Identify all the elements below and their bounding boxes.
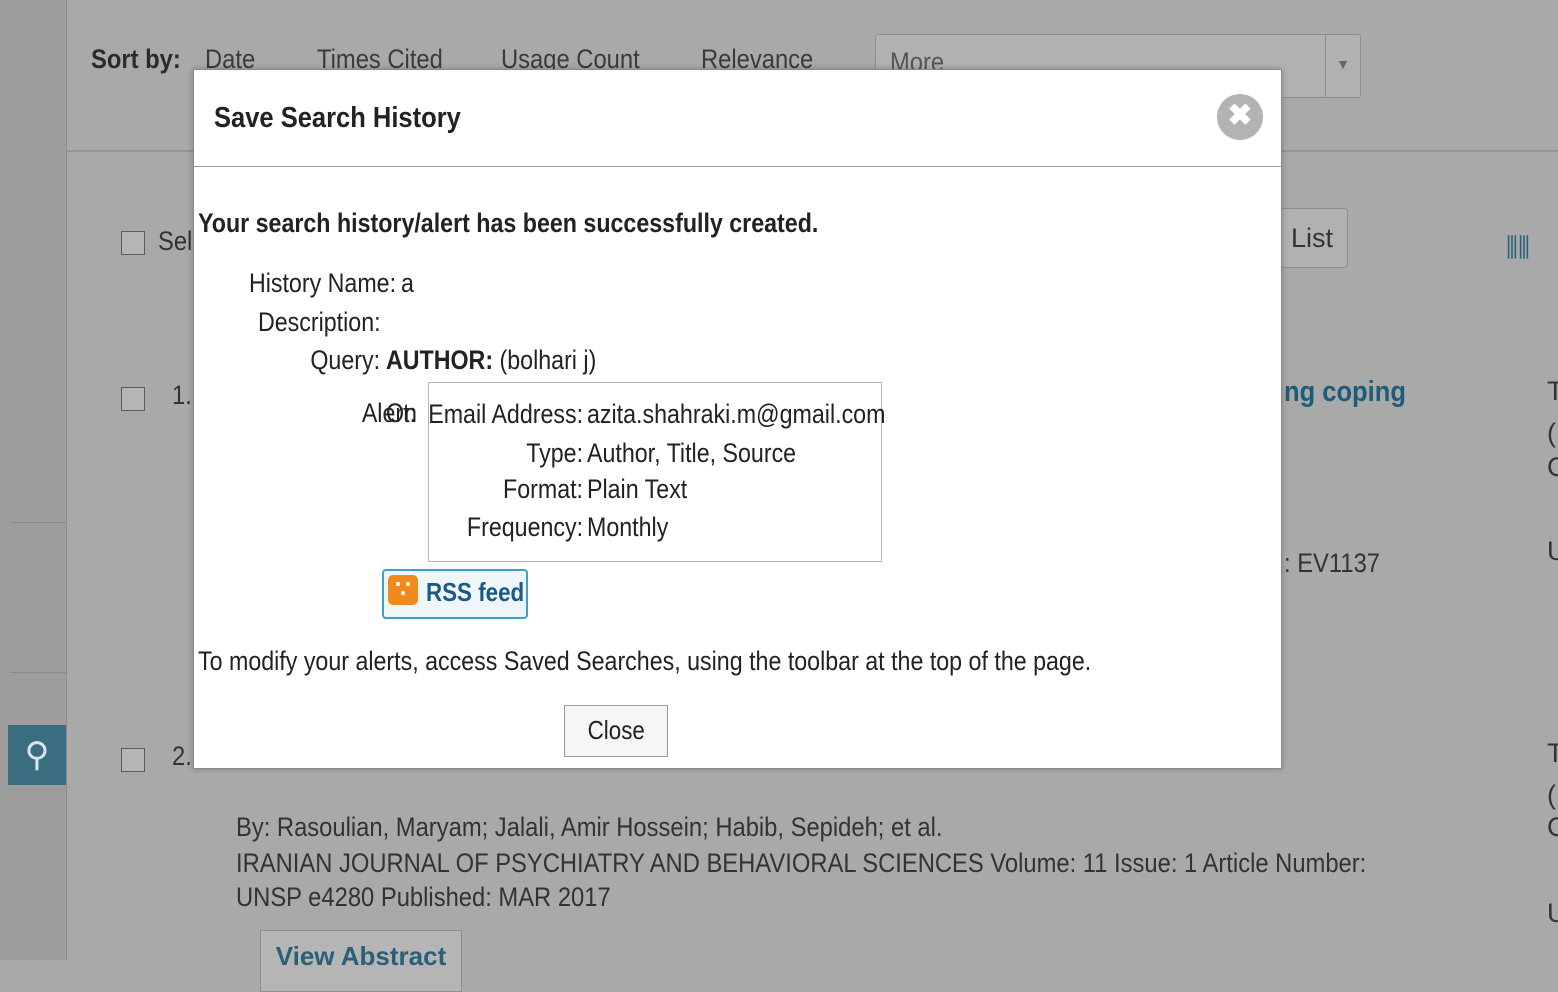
result-2-checkbox[interactable]: [121, 748, 145, 772]
right-fragment: C: [1547, 812, 1558, 842]
type-value: Author, Title, Source: [587, 438, 797, 468]
right-fragment: T: [1547, 376, 1558, 406]
rail-divider: [10, 522, 66, 523]
result-2-source-2: UNSP e4280 Published: MAR 2017: [236, 882, 611, 912]
chevron-down-icon: ▼: [1325, 35, 1360, 97]
select-all-checkbox[interactable]: [121, 231, 145, 255]
query-terms: (bolhari j): [499, 345, 597, 375]
bar-chart-icon[interactable]: ⫼⫼: [1506, 232, 1530, 264]
alert-details-box: Email Address: azita.shahraki.m@gmail.co…: [428, 382, 886, 562]
right-fragment: T: [1547, 738, 1558, 768]
list-button[interactable]: List: [1276, 208, 1348, 268]
format-value: Plain Text: [587, 474, 688, 504]
success-message: Your search history/alert has been succe…: [198, 208, 819, 238]
history-name-label: History Name:: [248, 268, 396, 298]
frequency-label: Frequency:: [466, 512, 583, 542]
result-2-source: IRANIAN JOURNAL OF PSYCHIATRY AND BEHAVI…: [236, 848, 1367, 878]
close-button[interactable]: Close: [564, 705, 668, 757]
list-button-label: List: [1290, 223, 1334, 253]
modify-alerts-note: To modify your alerts, access Saved Sear…: [198, 646, 1092, 676]
result-1-id: : EV1137: [1284, 548, 1381, 578]
result-2-authors: By: Rasoulian, Maryam; Jalali, Amir Hoss…: [236, 812, 943, 842]
close-icon[interactable]: ✖: [1217, 94, 1263, 140]
result-1-checkbox[interactable]: [121, 387, 145, 411]
email-label: Email Address:: [428, 399, 583, 429]
type-label: Type:: [526, 438, 583, 468]
right-fragment: U: [1547, 536, 1558, 566]
format-label: Format:: [503, 474, 583, 504]
query-field: AUTHOR:: [386, 345, 494, 375]
right-fragment: (: [1547, 780, 1556, 810]
email-value: azita.shahraki.m@gmail.com: [587, 399, 886, 429]
rail-divider: [10, 672, 66, 673]
close-button-label: Close: [587, 715, 645, 745]
view-abstract-label: View Abstract: [275, 941, 447, 971]
description-label: Description:: [258, 307, 381, 337]
rss-feed-button[interactable]: ∵ RSS feed: [382, 569, 528, 619]
right-fragment: C: [1547, 452, 1558, 482]
history-name-value: a: [401, 268, 414, 298]
result-1-number: 1.: [172, 380, 192, 410]
search-icon[interactable]: ⚲: [8, 725, 66, 785]
query-value: AUTHOR: (bolhari j): [386, 345, 596, 376]
dialog-header: Save Search History ✖: [194, 70, 1281, 167]
rss-feed-label: RSS feed: [426, 577, 525, 607]
result-2-number: 2.: [172, 741, 192, 771]
alert-value: On: [386, 398, 417, 428]
frequency-value: Monthly: [587, 512, 669, 542]
right-fragment: (: [1547, 418, 1556, 448]
sort-by-label: Sort by:: [91, 44, 181, 74]
view-abstract-button[interactable]: View Abstract: [260, 930, 462, 992]
left-rail: ⚲: [0, 0, 67, 960]
query-label: Query:: [310, 345, 380, 375]
right-fragment: U: [1547, 898, 1558, 928]
dialog-title: Save Search History: [214, 102, 461, 134]
select-all-label: Sel: [158, 226, 193, 256]
rss-icon: ∵: [388, 575, 418, 605]
result-1-title[interactable]: ng coping: [1284, 376, 1406, 409]
save-search-history-dialog: Save Search History ✖ Your search histor…: [193, 69, 1282, 769]
